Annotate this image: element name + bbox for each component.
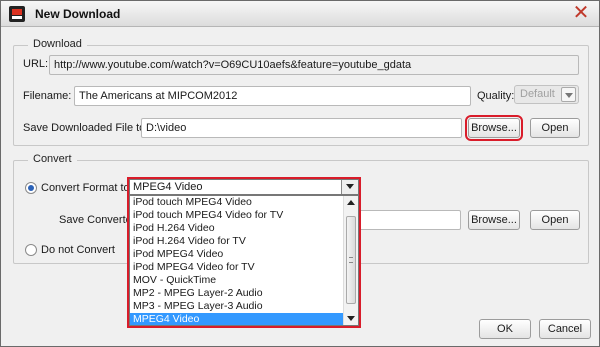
chevron-down-icon[interactable]	[341, 180, 358, 194]
convert-legend: Convert	[28, 153, 77, 165]
chevron-down-icon[interactable]	[561, 87, 576, 102]
dropdown-scrollbar[interactable]	[343, 196, 358, 325]
title-bar[interactable]: New Download ✕	[1, 1, 599, 27]
format-option[interactable]: iPod H.264 Video	[130, 222, 344, 235]
format-dropdown-list[interactable]: iPod touch MPEG4 Video iPod touch MPEG4 V…	[129, 195, 359, 326]
no-convert-label[interactable]: Do not Convert	[41, 244, 115, 256]
save-path-field[interactable]: D:\video	[141, 118, 462, 138]
url-label: URL:	[23, 58, 49, 70]
convert-format-radio[interactable]	[25, 182, 37, 194]
open-convert-button[interactable]: Open	[530, 210, 580, 230]
no-convert-radio[interactable]	[25, 244, 37, 256]
open-download-button[interactable]: Open	[530, 118, 580, 138]
browse-convert-button[interactable]: Browse...	[468, 210, 520, 230]
format-option[interactable]: MP3 - MPEG Layer-3 Audio	[130, 300, 344, 313]
filename-field[interactable]: The Americans at MIPCOM2012	[74, 86, 471, 106]
url-field[interactable]: http://www.youtube.com/watch?v=O69CU10ae…	[49, 55, 579, 75]
quality-value: Default	[520, 88, 555, 100]
save-converted-field[interactable]	[357, 210, 461, 230]
save-converted-label: Save Converted	[59, 214, 138, 226]
format-selected-value: MPEG4 Video	[133, 181, 203, 193]
save-to-label: Save Downloaded File to:	[23, 122, 149, 134]
convert-format-label[interactable]: Convert Format to:	[41, 182, 133, 194]
app-icon	[9, 6, 25, 22]
format-option[interactable]: MPEG4 Video	[130, 313, 344, 325]
ok-button[interactable]: OK	[479, 319, 531, 339]
filename-label: Filename:	[23, 90, 72, 102]
download-legend: Download	[28, 38, 87, 50]
format-option[interactable]: iPod touch MPEG4 Video for TV	[130, 209, 344, 222]
cancel-button[interactable]: Cancel	[539, 319, 591, 339]
quality-select[interactable]: Default	[514, 85, 579, 104]
new-download-dialog: New Download ✕ Download URL: http://www.…	[0, 0, 600, 347]
format-options: iPod touch MPEG4 Video iPod touch MPEG4 V…	[130, 196, 358, 325]
dialog-title: New Download	[35, 7, 121, 21]
format-option[interactable]: iPod MPEG4 Video for TV	[130, 261, 344, 274]
format-option[interactable]: MOV - QuickTime	[130, 274, 344, 287]
scroll-down-icon[interactable]	[344, 311, 358, 325]
format-option[interactable]: iPod MPEG4 Video	[130, 248, 344, 261]
close-icon[interactable]: ✕	[571, 3, 591, 23]
format-option[interactable]: MP2 - MPEG Layer-2 Audio	[130, 287, 344, 300]
scrollbar-thumb[interactable]	[346, 216, 356, 304]
convert-format-select[interactable]: MPEG4 Video	[129, 179, 359, 195]
quality-label: Quality:	[477, 90, 515, 102]
format-option[interactable]: iPod H.264 Video for TV	[130, 235, 344, 248]
scroll-up-icon[interactable]	[344, 196, 358, 210]
grip-icon	[349, 257, 353, 263]
format-option[interactable]: iPod touch MPEG4 Video	[130, 196, 344, 209]
browse-download-button[interactable]: Browse...	[465, 115, 523, 141]
